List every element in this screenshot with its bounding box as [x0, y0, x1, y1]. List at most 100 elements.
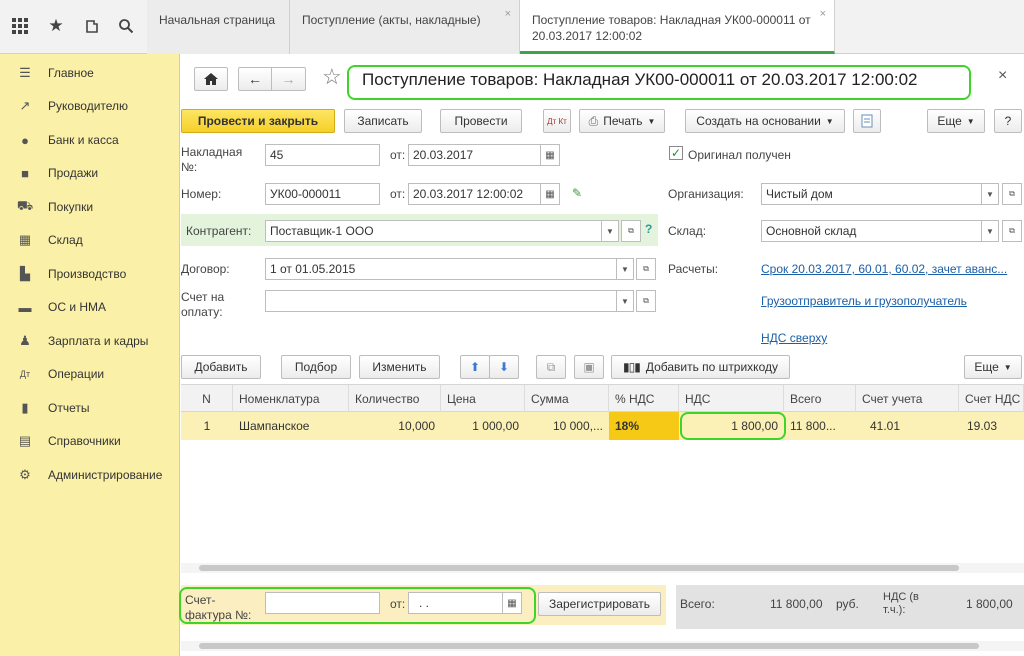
save-button[interactable]: Записать [344, 109, 422, 133]
dt-kt-button[interactable]: Дт Кт [543, 109, 571, 133]
chevron-down-icon: ▼ [825, 116, 834, 126]
tab-label: Начальная страница [159, 13, 276, 27]
sidebar-item-reports[interactable]: ▮ Отчеты [14, 398, 89, 418]
close-form-icon[interactable]: × [998, 67, 1007, 85]
forward-button[interactable]: → [271, 67, 306, 91]
gear-icon: ⚙ [19, 467, 31, 482]
post-button[interactable]: Провести [440, 109, 522, 133]
print-button[interactable]: ⎙ Печать ▼ [579, 109, 665, 133]
edit-check-icon[interactable]: ✎ [572, 186, 582, 200]
pick-button[interactable]: Подбор [281, 355, 351, 379]
invoice-number-input[interactable]: 45 [265, 144, 380, 166]
help-button[interactable]: ? [994, 109, 1022, 133]
sidebar-item-payroll[interactable]: ♟ Зарплата и кадры [14, 331, 148, 351]
scrollbar-thumb[interactable] [199, 565, 959, 571]
sidebar-item-warehouse[interactable]: ▦ Склад [14, 230, 83, 250]
sidebar-item-manager[interactable]: ↗ Руководителю [14, 96, 129, 116]
chevron-down-icon[interactable]: ▼ [616, 290, 634, 312]
calendar-icon[interactable]: ▦ [540, 183, 560, 205]
document-icon[interactable] [853, 109, 881, 133]
post-and-close-button[interactable]: Провести и закрыть [181, 109, 335, 133]
contractor-help-icon[interactable]: ? [645, 222, 652, 236]
organization-input[interactable]: Чистый дом [761, 183, 982, 205]
original-received-checkbox[interactable]: ✓ [669, 146, 683, 160]
chevron-down-icon: ▼ [1003, 362, 1012, 372]
apps-grid-icon[interactable] [8, 14, 32, 38]
sidebar-item-admin[interactable]: ⚙ Администрирование [14, 465, 162, 485]
table-scrollbar[interactable] [181, 563, 1024, 573]
arrow-up-icon: ⬆ [469, 360, 481, 374]
shipper-consignee-link[interactable]: Грузоотправитель и грузополучатель [761, 294, 967, 308]
open-icon[interactable]: ⧉ [1002, 220, 1022, 242]
sidebar-item-bank[interactable]: ● Банк и касса [14, 130, 119, 150]
page-scrollbar[interactable] [181, 641, 1024, 651]
edit-button[interactable]: Изменить [359, 355, 440, 379]
column-header[interactable]: Всего [784, 385, 856, 413]
print-label: Печать [603, 114, 643, 128]
open-icon[interactable]: ⧉ [636, 258, 656, 280]
invoice-date-input[interactable]: 20.03.2017 [408, 144, 541, 166]
column-header[interactable]: N [181, 385, 233, 413]
settlements-link[interactable]: Срок 20.03.2017, 60.01, 60.02, зачет ава… [761, 262, 1023, 276]
number-date-input[interactable]: 20.03.2017 12:00:02 [408, 183, 541, 205]
chevron-down-icon[interactable]: ▼ [601, 220, 619, 242]
arrow-down-icon: ⬇ [498, 360, 510, 374]
column-header[interactable]: Счет учета [856, 385, 959, 413]
favorite-star-icon[interactable]: ☆ [322, 64, 342, 90]
column-header[interactable]: Номенклатура [233, 385, 349, 413]
sidebar-item-sales[interactable]: ■ Продажи [14, 163, 98, 183]
sidebar-item-label: Банк и касса [48, 133, 119, 147]
payment-account-input[interactable] [265, 290, 617, 312]
add-by-barcode-button[interactable]: ▮▯▮ Добавить по штрихкоду [611, 355, 790, 379]
number-input[interactable]: УК00-000011 [265, 183, 380, 205]
paste-row-button[interactable]: ▣ [574, 355, 604, 379]
calendar-icon[interactable]: ▦ [540, 144, 560, 166]
open-icon[interactable]: ⧉ [1002, 183, 1022, 205]
open-icon[interactable]: ⧉ [621, 220, 641, 242]
tab-close-icon[interactable]: × [505, 6, 511, 22]
copy-row-button[interactable]: ⧉ [536, 355, 566, 379]
table-more-button[interactable]: Еще ▼ [964, 355, 1022, 379]
sidebar-item-production[interactable]: ▙ Производство [14, 264, 126, 284]
column-header[interactable]: Сумма [525, 385, 609, 413]
create-based-on-button[interactable]: Создать на основании ▼ [685, 109, 845, 133]
sidebar-item-operations[interactable]: Дт Операции [14, 364, 104, 384]
favorites-star-icon[interactable]: ★ [44, 14, 68, 38]
sidebar-item-assets[interactable]: ▬ ОС и НМА [14, 297, 107, 317]
contract-input[interactable]: 1 от 01.05.2015 [265, 258, 617, 280]
column-header[interactable]: Количество [349, 385, 441, 413]
vat-highlight [680, 412, 786, 440]
history-icon[interactable] [80, 14, 104, 38]
sidebar-item-purchases[interactable]: ⛟ Покупки [14, 197, 93, 217]
open-icon[interactable]: ⧉ [636, 290, 656, 312]
home-button[interactable] [194, 67, 228, 91]
contractor-input[interactable]: Поставщик-1 ООО [265, 220, 602, 242]
column-header[interactable]: Цена [441, 385, 525, 413]
cell-item: Шампанское [239, 419, 310, 433]
register-button[interactable]: Зарегистрировать [538, 592, 661, 616]
tab-close-icon[interactable]: × [820, 6, 826, 22]
chevron-down-icon[interactable]: ▼ [616, 258, 634, 280]
column-header[interactable]: % НДС [609, 385, 679, 413]
vat-on-top-link[interactable]: НДС сверху [761, 331, 827, 345]
back-button[interactable]: ← [238, 67, 272, 91]
sidebar-item-directories[interactable]: ▤ Справочники [14, 431, 121, 451]
search-icon[interactable] [114, 14, 138, 38]
tab-home[interactable]: Начальная страница [147, 0, 290, 54]
scrollbar-thumb[interactable] [199, 643, 979, 649]
chevron-down-icon[interactable]: ▼ [981, 183, 999, 205]
move-up-button[interactable]: ⬆ [460, 355, 490, 379]
add-button[interactable]: Добавить [181, 355, 261, 379]
warehouse-input[interactable]: Основной склад [761, 220, 982, 242]
sidebar: ☰ Главное ↗ Руководителю ● Банк и касса ■ Пр… [0, 54, 180, 656]
tab-receipts-list[interactable]: Поступление (акты, накладные) × [290, 0, 520, 54]
sidebar-item-main[interactable]: ☰ Главное [14, 63, 94, 83]
table-row[interactable]: 1 Шампанское 10,000 1 000,00 10 000,... … [181, 412, 1024, 440]
tab-current-document[interactable]: Поступление товаров: Накладная УК00-0000… [520, 0, 835, 54]
column-header[interactable]: Счет НДС [959, 385, 1024, 413]
column-header[interactable]: НДС [679, 385, 784, 413]
title-highlight [347, 65, 971, 100]
more-button[interactable]: Еще ▼ [927, 109, 985, 133]
move-down-button[interactable]: ⬇ [489, 355, 519, 379]
chevron-down-icon[interactable]: ▼ [981, 220, 999, 242]
